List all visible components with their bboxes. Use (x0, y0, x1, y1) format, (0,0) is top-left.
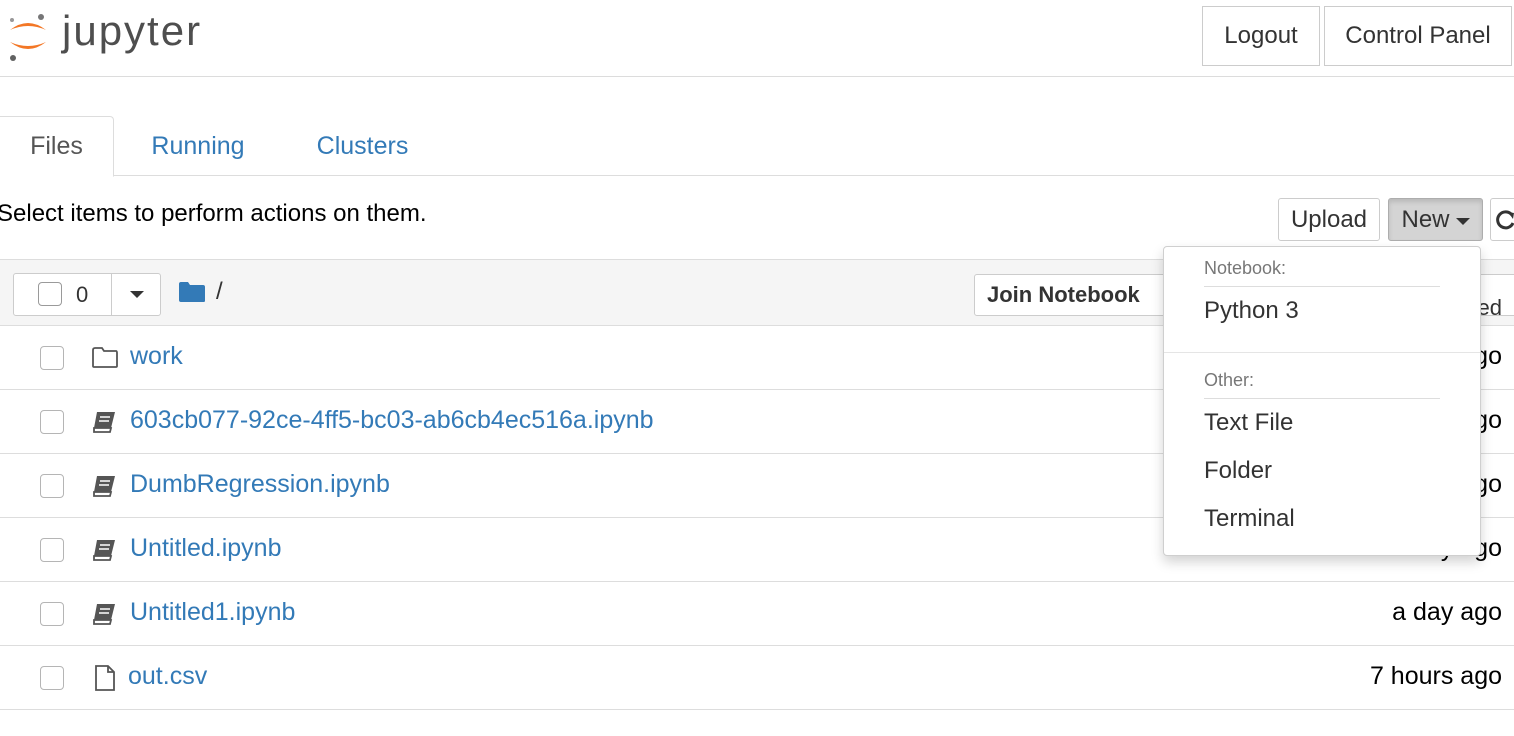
notebook-icon (93, 604, 115, 625)
file-name-link[interactable]: DumbRegression.ipynb (130, 470, 390, 499)
menu-item-terminal[interactable]: Terminal (1204, 505, 1295, 533)
menu-header-other: Other: (1204, 370, 1255, 390)
list-item[interactable]: out.csv 7 hours ago (0, 646, 1514, 710)
folder-icon (92, 347, 118, 368)
file-name-link[interactable]: work (130, 342, 183, 371)
new-button[interactable]: New (1388, 198, 1483, 241)
selection-hint: Select items to perform actions on them. (0, 200, 427, 227)
jupyter-logo-icon (10, 14, 46, 61)
select-dropdown-button[interactable] (111, 274, 161, 315)
menu-item-folder[interactable]: Folder (1204, 457, 1272, 485)
tab-running[interactable]: Running (126, 116, 270, 176)
row-checkbox[interactable] (40, 474, 64, 498)
file-name-link[interactable]: out.csv (128, 662, 207, 691)
row-checkbox[interactable] (40, 410, 64, 434)
new-dropdown-menu: Notebook: Python 3 Other: Text File Fold… (1163, 246, 1481, 556)
join-notebook-button[interactable]: Join Notebook (974, 274, 1174, 316)
header: jupyter Logout Control Panel (0, 0, 1514, 77)
caret-down-icon (1455, 217, 1470, 225)
modified-time: a day ago (1392, 598, 1502, 626)
menu-divider (1164, 352, 1480, 353)
menu-rule (1204, 398, 1440, 399)
file-name-link[interactable]: Untitled.ipynb (130, 534, 281, 563)
menu-rule (1204, 286, 1440, 287)
folder-icon[interactable] (178, 281, 206, 303)
list-item[interactable]: Untitled1.ipynb a day ago (0, 582, 1514, 646)
row-checkbox[interactable] (40, 538, 64, 562)
menu-item-python3[interactable]: Python 3 (1204, 297, 1299, 325)
tab-files[interactable]: Files (0, 116, 114, 177)
tab-bar: Files Running Clusters (0, 116, 1514, 177)
breadcrumb-root[interactable]: / (216, 278, 223, 306)
row-checkbox[interactable] (40, 666, 64, 690)
menu-header-notebook: Notebook: (1204, 258, 1287, 278)
select-all-group: 0 (13, 273, 161, 316)
file-icon (95, 665, 115, 691)
row-checkbox[interactable] (40, 602, 64, 626)
file-name-link[interactable]: Untitled1.ipynb (130, 598, 295, 627)
notebook-icon (93, 476, 115, 497)
logout-button[interactable]: Logout (1202, 6, 1320, 66)
refresh-icon (1496, 209, 1514, 229)
select-all-checkbox[interactable] (38, 282, 62, 306)
breadcrumb: / (178, 278, 223, 306)
notebook-icon (93, 540, 115, 561)
modified-time: 7 hours ago (1369, 662, 1502, 690)
logo-text: jupyter (62, 7, 203, 54)
caret-down-icon (129, 291, 144, 298)
refresh-button[interactable] (1490, 198, 1514, 241)
tab-clusters[interactable]: Clusters (290, 116, 435, 176)
selected-count: 0 (76, 282, 89, 307)
control-panel-button[interactable]: Control Panel (1324, 6, 1512, 66)
row-checkbox[interactable] (40, 346, 64, 370)
jupyter-logo[interactable]: jupyter (4, 7, 224, 64)
new-button-label: New (1401, 205, 1450, 233)
notebook-icon (93, 412, 115, 433)
file-name-link[interactable]: 603cb077-92ce-4ff5-bc03-ab6cb4ec516a.ipy… (130, 406, 654, 435)
menu-item-text-file[interactable]: Text File (1204, 409, 1293, 437)
upload-button[interactable]: Upload (1278, 198, 1380, 241)
